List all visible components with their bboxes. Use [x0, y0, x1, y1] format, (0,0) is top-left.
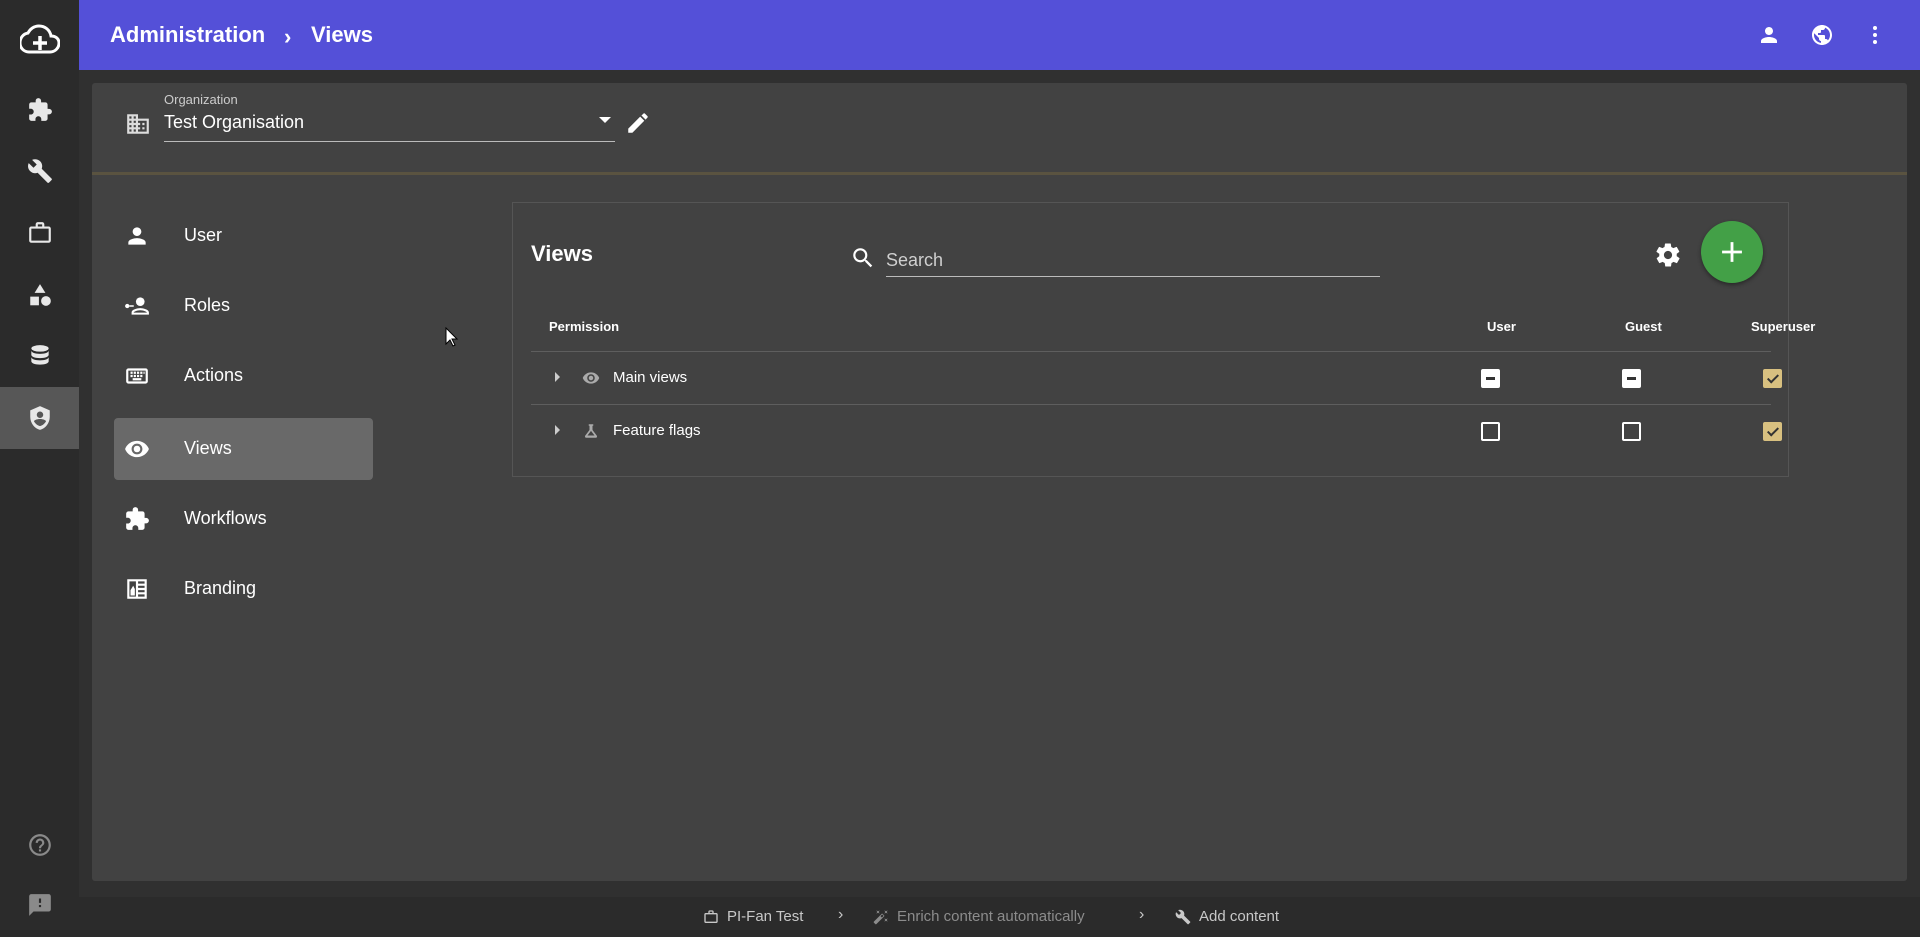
top-app-bar: Administration › Views [79, 0, 1920, 70]
organization-select[interactable]: Organization Test Organisation [164, 92, 615, 142]
nav-item-label: Actions [184, 365, 244, 385]
status-enrich-label: Enrich content automatically [897, 908, 1085, 925]
table-row[interactable]: Feature flags [531, 404, 1782, 457]
nav-item-label: Views [184, 438, 232, 458]
more-vert-icon[interactable] [1859, 19, 1891, 51]
rail-feedback-icon[interactable] [0, 874, 79, 936]
wrench-icon [1175, 909, 1191, 924]
rail-database-icon[interactable] [0, 325, 79, 387]
left-rail [0, 0, 79, 937]
rail-briefcase-icon[interactable] [0, 202, 79, 264]
nav-item-label: User [184, 225, 223, 245]
building-icon [125, 111, 151, 137]
nav-item-roles[interactable]: Roles [114, 275, 373, 337]
branding-icon [124, 576, 150, 602]
status-project-label: PI-Fan Test [727, 908, 804, 925]
user-checkbox[interactable] [1481, 369, 1500, 388]
nav-item-actions[interactable]: Actions [114, 345, 373, 407]
nav-item-user[interactable]: User [114, 205, 373, 267]
search-icon [850, 245, 876, 271]
add-view-button[interactable] [1701, 221, 1763, 283]
nav-item-label: Roles [184, 295, 231, 315]
row-label: Feature flags [613, 422, 701, 439]
person-icon [124, 223, 150, 249]
gear-icon[interactable] [1654, 241, 1682, 269]
globe-icon[interactable] [1806, 19, 1838, 51]
account-icon[interactable] [1753, 19, 1785, 51]
status-separator: › [838, 906, 844, 923]
plus-icon [1722, 242, 1742, 262]
briefcase-icon [704, 909, 718, 923]
status-add-content-label: Add content [1199, 908, 1280, 925]
column-header-superuser[interactable]: Superuser [1751, 319, 1815, 334]
dropdown-caret-icon[interactable] [599, 117, 611, 123]
column-header-permission[interactable]: Permission [549, 319, 619, 334]
nav-item-workflows[interactable]: Workflows [114, 488, 373, 550]
eye-icon [582, 369, 600, 387]
bottom-status-bar: PI-Fan Test › Enrich content automatical… [79, 897, 1920, 937]
rail-extensions-icon[interactable] [0, 79, 79, 141]
status-enrich[interactable]: Enrich content automatically [873, 908, 1085, 925]
guest-checkbox[interactable] [1622, 369, 1641, 388]
magic-wand-icon [873, 909, 888, 924]
row-label: Main views [613, 369, 688, 386]
status-add-content[interactable]: Add content [1175, 908, 1279, 925]
breadcrumb-views: Views [311, 22, 373, 47]
organization-label: Organization [164, 92, 238, 107]
roles-icon [124, 293, 150, 319]
mouse-cursor-icon [445, 327, 459, 347]
breadcrumb-separator: › [284, 24, 292, 49]
organization-value: Test Organisation [164, 112, 305, 132]
guest-checkbox[interactable] [1622, 422, 1641, 441]
expand-arrow-icon[interactable] [555, 372, 560, 382]
nav-item-label: Branding [184, 578, 257, 598]
cloud-plus-logo-icon[interactable] [0, 0, 79, 79]
column-header-user[interactable]: User [1487, 319, 1516, 334]
expand-arrow-icon[interactable] [555, 425, 560, 435]
eye-icon [124, 436, 150, 462]
rail-help-icon[interactable] [0, 814, 79, 876]
table-row[interactable]: Main views [531, 351, 1782, 404]
nav-item-branding[interactable]: Branding [114, 558, 373, 620]
search-input[interactable] [886, 233, 1380, 277]
nav-item-views[interactable]: Views [114, 418, 373, 480]
nav-item-label: Workflows [184, 508, 267, 528]
rail-admin-shield-icon[interactable] [0, 387, 79, 449]
status-separator: › [1139, 906, 1145, 923]
superuser-checkbox[interactable] [1763, 422, 1782, 441]
keyboard-icon [124, 363, 150, 389]
organization-bar: Organization Test Organisation [92, 83, 1907, 175]
card-title: Views [531, 241, 593, 266]
rail-shapes-icon[interactable] [0, 264, 79, 326]
flask-icon [582, 422, 600, 440]
user-checkbox[interactable] [1481, 422, 1500, 441]
superuser-checkbox[interactable] [1763, 369, 1782, 388]
main-panel: Organization Test Organisation User Role… [92, 83, 1907, 881]
views-card: Views Permission User Guest Superuser Ma… [512, 202, 1815, 477]
pencil-icon[interactable] [625, 110, 651, 136]
breadcrumb-administration[interactable]: Administration [110, 22, 265, 48]
status-project[interactable]: PI-Fan Test [703, 908, 803, 925]
column-header-guest[interactable]: Guest [1625, 319, 1662, 334]
puzzle-icon [124, 506, 150, 532]
rail-wrench-icon[interactable] [0, 140, 79, 202]
